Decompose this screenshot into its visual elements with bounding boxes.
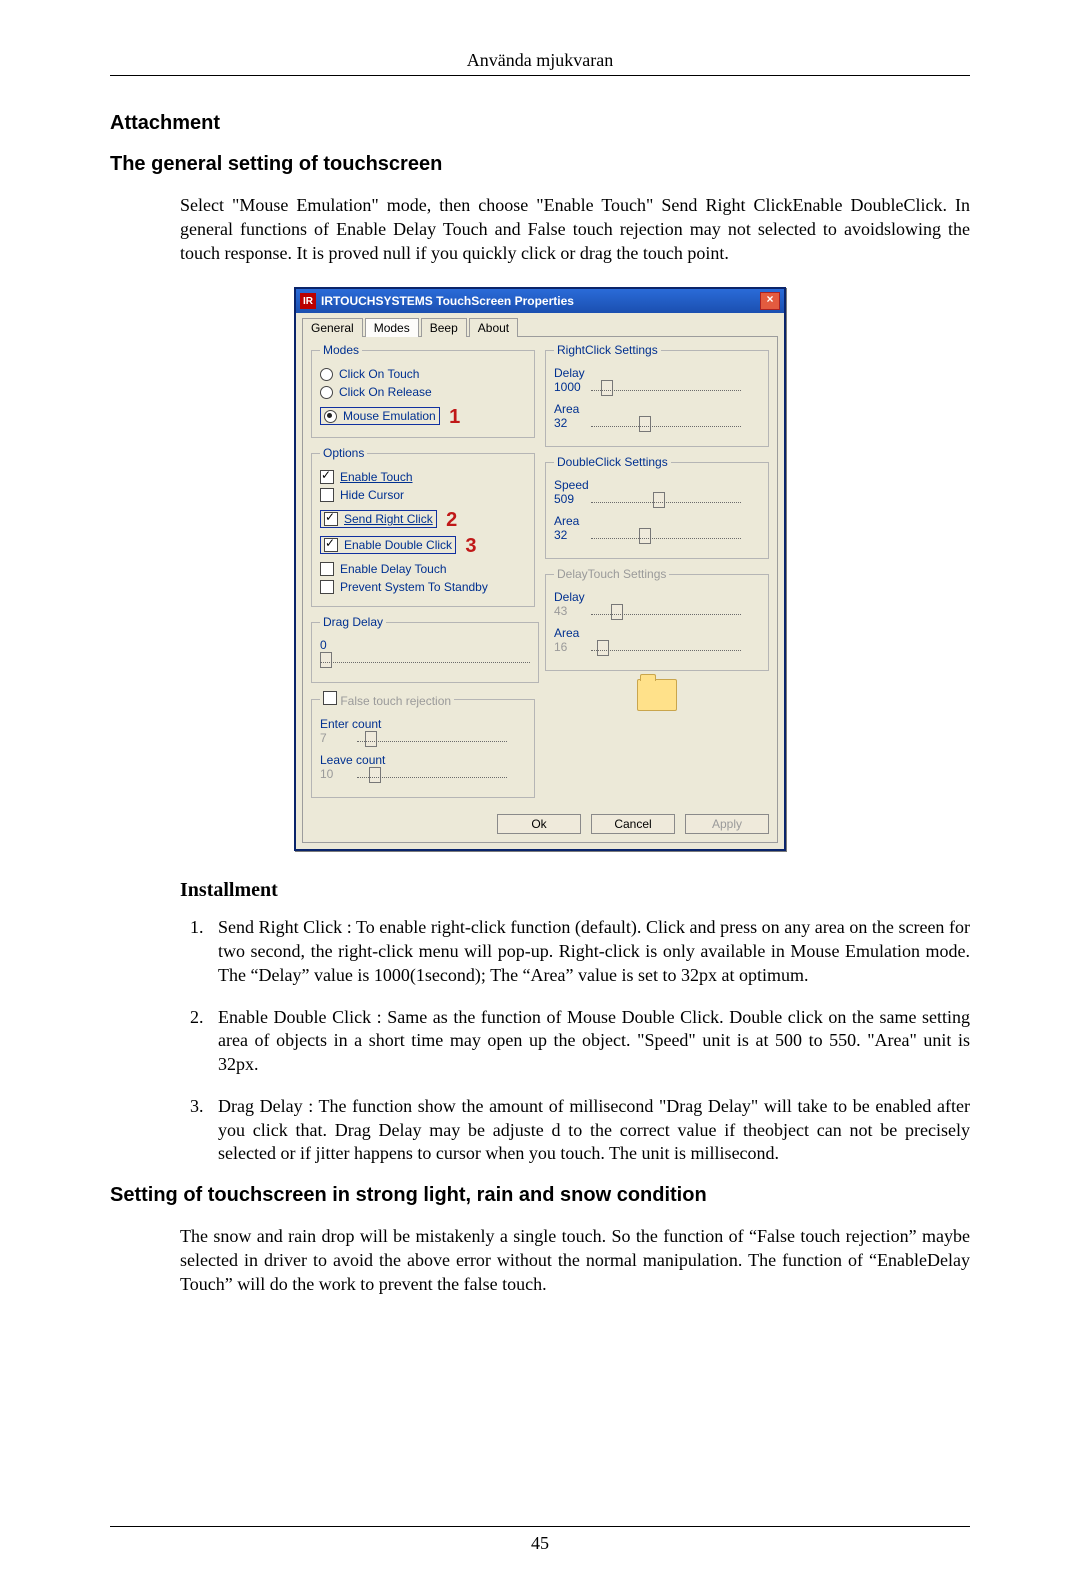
tab-about[interactable]: About xyxy=(469,318,518,337)
check-send-right-click[interactable] xyxy=(324,512,338,526)
label-mouse-emulation: Mouse Emulation xyxy=(343,409,436,423)
group-modes: Modes Click On Touch Click On Release xyxy=(311,343,535,438)
label-dc-area: Area xyxy=(554,514,760,528)
running-head: Använda mjukvaran xyxy=(110,50,970,71)
leave-count-value: 10 xyxy=(320,767,354,781)
group-false-touch: False touch rejection Enter count 7 Lea xyxy=(311,691,535,798)
dt-delay-value: 43 xyxy=(554,604,588,618)
paragraph-strong-light: The snow and rain drop will be mistakenl… xyxy=(180,1225,970,1296)
tab-strip: General Modes Beep About xyxy=(296,313,784,336)
label-enter-count: Enter count xyxy=(320,717,526,731)
app-icon: IR xyxy=(300,293,316,309)
annotation-3: 3 xyxy=(465,535,476,557)
label-leave-count: Leave count xyxy=(320,753,526,767)
heading-strong-light: Setting of touchscreen in strong light, … xyxy=(110,1184,970,1207)
label-enable-touch: Enable Touch xyxy=(340,470,413,484)
label-enable-double-click: Enable Double Click xyxy=(344,538,452,552)
slider-rc-area[interactable] xyxy=(591,416,741,432)
list-item: Enable Double Click : Same as the functi… xyxy=(208,1006,970,1077)
touchscreen-properties-dialog: IR IRTOUCHSYSTEMS TouchScreen Properties… xyxy=(294,287,786,851)
label-prevent-standby: Prevent System To Standby xyxy=(340,580,488,594)
label-dc-speed: Speed xyxy=(554,478,760,492)
label-dt-area: Area xyxy=(554,626,760,640)
folder-icon[interactable] xyxy=(637,679,677,711)
radio-click-on-release[interactable] xyxy=(320,386,333,399)
label-enable-delay-touch: Enable Delay Touch xyxy=(340,562,447,576)
group-drag-delay-legend: Drag Delay xyxy=(320,615,386,629)
page-number: 45 xyxy=(110,1533,970,1554)
slider-dt-delay[interactable] xyxy=(591,604,741,620)
rc-area-value: 32 xyxy=(554,416,588,430)
group-delaytouch-legend: DelayTouch Settings xyxy=(554,567,669,581)
radio-click-on-touch[interactable] xyxy=(320,368,333,381)
enter-count-value: 7 xyxy=(320,731,354,745)
slider-dc-area[interactable] xyxy=(591,528,741,544)
check-enable-double-click[interactable] xyxy=(324,538,338,552)
heading-installment: Installment xyxy=(180,879,970,902)
annotation-2: 2 xyxy=(446,509,457,531)
slider-leave-count[interactable] xyxy=(357,767,507,783)
group-rightclick: RightClick Settings Delay 1000 Area 32 xyxy=(545,343,769,447)
check-enable-touch[interactable] xyxy=(320,470,334,484)
slider-enter-count[interactable] xyxy=(357,731,507,747)
apply-button[interactable]: Apply xyxy=(685,814,769,834)
group-drag-delay: Drag Delay 0 xyxy=(311,615,539,683)
tab-modes[interactable]: Modes xyxy=(365,318,419,337)
check-enable-delay-touch[interactable] xyxy=(320,562,334,576)
installment-list: Send Right Click : To enable right-click… xyxy=(180,916,970,1166)
label-dt-delay: Delay xyxy=(554,590,760,604)
label-false-touch-rejection: False touch rejection xyxy=(340,694,451,708)
heading-general-setting: The general setting of touchscreen xyxy=(110,153,970,176)
group-doubleclick-legend: DoubleClick Settings xyxy=(554,455,671,469)
dt-area-value: 16 xyxy=(554,640,588,654)
group-doubleclick: DoubleClick Settings Speed 509 Area 32 xyxy=(545,455,769,559)
group-options-legend: Options xyxy=(320,446,367,460)
slider-dc-speed[interactable] xyxy=(591,492,741,508)
slider-dt-area[interactable] xyxy=(591,640,741,656)
dialog-titlebar[interactable]: IR IRTOUCHSYSTEMS TouchScreen Properties… xyxy=(296,289,784,313)
check-prevent-standby[interactable] xyxy=(320,580,334,594)
label-click-on-touch: Click On Touch xyxy=(339,367,419,381)
label-rc-delay: Delay xyxy=(554,366,760,380)
label-hide-cursor: Hide Cursor xyxy=(340,488,404,502)
group-delaytouch: DelayTouch Settings Delay 43 Area 16 xyxy=(545,567,769,671)
group-rightclick-legend: RightClick Settings xyxy=(554,343,661,357)
heading-attachment: Attachment xyxy=(110,112,970,135)
ok-button[interactable]: Ok xyxy=(497,814,581,834)
group-modes-legend: Modes xyxy=(320,343,362,357)
group-options: Options Enable Touch Hide Cursor xyxy=(311,446,535,607)
close-icon[interactable]: × xyxy=(760,292,780,310)
annotation-1: 1 xyxy=(449,406,460,428)
dc-area-value: 32 xyxy=(554,528,588,542)
drag-delay-value: 0 xyxy=(320,638,354,652)
tab-general[interactable]: General xyxy=(302,318,363,337)
paragraph-general: Select "Mouse Emulation" mode, then choo… xyxy=(180,194,970,265)
dc-speed-value: 509 xyxy=(554,492,588,506)
header-rule xyxy=(110,75,970,76)
cancel-button[interactable]: Cancel xyxy=(591,814,675,834)
tab-beep[interactable]: Beep xyxy=(421,318,467,337)
rc-delay-value: 1000 xyxy=(554,380,588,394)
radio-mouse-emulation[interactable] xyxy=(324,410,337,423)
slider-drag-delay[interactable] xyxy=(320,652,530,668)
slider-rc-delay[interactable] xyxy=(591,380,741,396)
list-item: Drag Delay : The function show the amoun… xyxy=(208,1095,970,1166)
dialog-title: IRTOUCHSYSTEMS TouchScreen Properties xyxy=(321,294,760,308)
check-false-touch-rejection[interactable] xyxy=(323,691,337,705)
label-send-right-click: Send Right Click xyxy=(344,512,433,526)
list-item: Send Right Click : To enable right-click… xyxy=(208,916,970,987)
label-click-on-release: Click On Release xyxy=(339,385,432,399)
label-rc-area: Area xyxy=(554,402,760,416)
check-hide-cursor[interactable] xyxy=(320,488,334,502)
